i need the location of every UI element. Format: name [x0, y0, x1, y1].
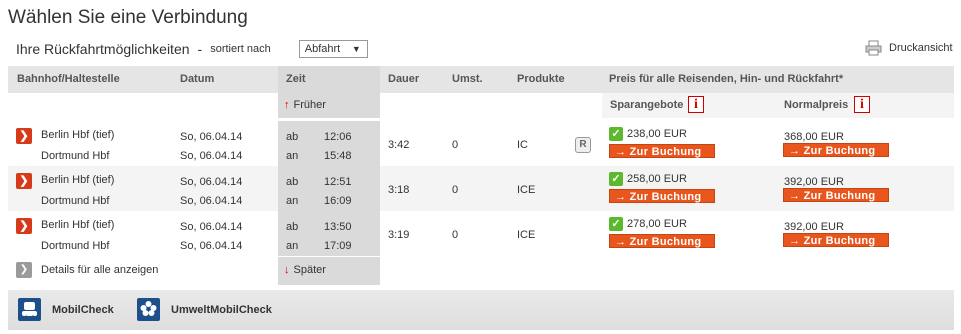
bottom-bar: MobilCheck UmweltMobilCheck: [8, 290, 954, 330]
normal-label: Normalpreis: [784, 99, 849, 111]
earlier-label: Früher: [293, 99, 326, 111]
dep-label: ab: [286, 221, 299, 233]
book-normal-button[interactable]: → Zur Buchung: [783, 143, 889, 157]
header-time: Zeit: [286, 73, 306, 85]
saver-label: Sparangebote: [610, 99, 684, 111]
checkmark-icon: ✓: [609, 127, 623, 141]
arr-time: 17:09: [324, 240, 352, 252]
station-from: Berlin Hbf (tief): [41, 219, 115, 231]
date-arr: So, 06.04.14: [180, 195, 243, 207]
book-saver-button[interactable]: → Zur Buchung: [609, 189, 715, 203]
arr-label: an: [286, 240, 299, 252]
header-changes: Umst.: [452, 73, 483, 85]
print-link[interactable]: Druckansicht: [865, 40, 953, 56]
date-dep: So, 06.04.14: [180, 176, 243, 188]
sort-select[interactable]: Abfahrt ▼: [298, 40, 368, 58]
earlier-link[interactable]: ↑ Früher: [284, 99, 326, 111]
header-station: Bahnhof/Haltestelle: [17, 73, 120, 85]
details-all-link[interactable]: Details für alle anzeigen: [41, 264, 158, 276]
duration: 3:19: [388, 229, 410, 241]
station-from: Berlin Hbf (tief): [41, 174, 115, 186]
flower-icon[interactable]: [137, 298, 160, 321]
later-link[interactable]: ↓ Später: [284, 264, 326, 276]
date-arr: So, 06.04.14: [180, 150, 243, 162]
checkmark-icon: ✓: [609, 217, 623, 231]
saver-price: 258,00 EUR: [627, 173, 687, 185]
info-icon[interactable]: i: [854, 96, 870, 113]
normal-price: 392,00 EUR: [784, 221, 844, 233]
dep-time: 12:06: [324, 131, 352, 143]
umwelt-mobilcheck-link[interactable]: UmweltMobilCheck: [171, 304, 272, 316]
changes: 0: [452, 229, 459, 241]
info-icon[interactable]: i: [688, 96, 704, 113]
book-normal-button[interactable]: → Zur Buchung: [783, 233, 889, 247]
duration: 3:18: [388, 184, 410, 196]
product: ICE: [517, 184, 536, 196]
chevron-right-icon[interactable]: ❯: [16, 173, 32, 189]
printer-icon: [865, 40, 882, 56]
date-dep: So, 06.04.14: [180, 221, 243, 233]
book-saver-button[interactable]: → Zur Buchung: [609, 144, 715, 158]
mobilcheck-link[interactable]: MobilCheck: [52, 304, 114, 316]
table-row: ❯ Berlin Hbf (tief) Dortmund Hbf So, 06.…: [8, 121, 954, 166]
station-from: Berlin Hbf (tief): [41, 129, 115, 141]
header-date: Datum: [180, 73, 215, 85]
chevron-right-icon[interactable]: ❯: [16, 262, 32, 278]
station-to: Dortmund Hbf: [41, 150, 110, 162]
book-normal-button[interactable]: → Zur Buchung: [783, 188, 889, 202]
changes: 0: [452, 184, 459, 196]
dep-time: 12:51: [324, 176, 352, 188]
chevron-right-icon[interactable]: ❯: [16, 218, 32, 234]
saver-price: 238,00 EUR: [627, 128, 687, 140]
arr-time: 15:48: [324, 150, 352, 162]
sorted-label: sortiert nach: [210, 43, 271, 55]
duration: 3:42: [388, 139, 410, 151]
subtitle-dash: -: [197, 41, 203, 57]
arr-label: an: [286, 195, 299, 207]
header-price: Preis für alle Reisenden, Hin- und Rückf…: [609, 73, 844, 85]
price-subheader: Sparangebote i Normalpreis i: [602, 93, 954, 118]
saver-price: 278,00 EUR: [627, 218, 687, 230]
changes: 0: [452, 139, 459, 151]
header-duration: Dauer: [388, 73, 420, 85]
later-label: Später: [293, 264, 326, 276]
arr-label: an: [286, 150, 299, 162]
normal-price: 392,00 EUR: [784, 176, 844, 188]
train-car-icon[interactable]: [18, 298, 41, 321]
table-row: ❯ Berlin Hbf (tief) Dortmund Hbf So, 06.…: [8, 166, 954, 211]
date-arr: So, 06.04.14: [180, 240, 243, 252]
station-to: Dortmund Hbf: [41, 240, 110, 252]
subtitle: Ihre Rückfahrtmöglichkeiten: [16, 41, 190, 57]
product: IC: [517, 139, 528, 151]
table-footer: ❯ Details für alle anzeigen ↓ Später: [8, 257, 954, 285]
date-dep: So, 06.04.14: [180, 131, 243, 143]
dropdown-arrow-icon: ▼: [351, 44, 361, 54]
dep-time: 13:50: [324, 221, 352, 233]
chevron-right-icon[interactable]: ❯: [16, 128, 32, 144]
reservation-icon: R: [575, 137, 591, 153]
sort-select-value: Abfahrt: [304, 43, 341, 55]
normal-price: 368,00 EUR: [784, 131, 844, 143]
table-header: Bahnhof/Haltestelle Datum Dauer Umst. Pr…: [8, 66, 954, 93]
arr-time: 16:09: [324, 195, 352, 207]
dep-label: ab: [286, 131, 299, 143]
book-saver-button[interactable]: → Zur Buchung: [609, 234, 715, 248]
page-title: Wählen Sie eine Verbindung: [8, 7, 248, 28]
print-label: Druckansicht: [889, 42, 953, 54]
station-to: Dortmund Hbf: [41, 195, 110, 207]
arrow-down-icon: ↓: [284, 264, 290, 276]
product: ICE: [517, 229, 536, 241]
table-row: ❯ Berlin Hbf (tief) Dortmund Hbf So, 06.…: [8, 211, 954, 256]
subtitle-row: Ihre Rückfahrtmöglichkeiten - sortiert n…: [16, 40, 368, 58]
arrow-up-icon: ↑: [284, 99, 290, 111]
header-products: Produkte: [517, 73, 565, 85]
checkmark-icon: ✓: [609, 172, 623, 186]
dep-label: ab: [286, 176, 299, 188]
